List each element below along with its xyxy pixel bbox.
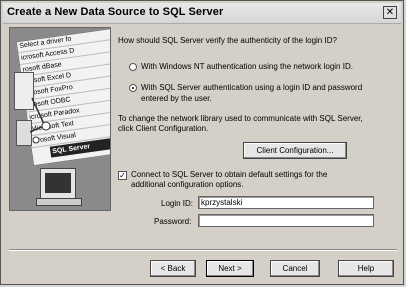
password-label: Password: <box>154 217 192 226</box>
network-text: To change the network library used to co… <box>118 114 363 123</box>
footer-separator <box>9 249 397 251</box>
back-button[interactable]: < Back <box>150 260 196 277</box>
login-id-input[interactable]: kprzystalski <box>198 196 374 209</box>
radio-sql-auth-label[interactable]: With SQL Server authentication using a l… <box>141 83 362 93</box>
network-text-cont: click Client Configuration. <box>118 124 209 133</box>
radio-sql-auth[interactable] <box>129 84 137 92</box>
connect-checkbox-label-cont[interactable]: additional configuration options. <box>131 180 244 190</box>
login-id-label: Login ID: <box>161 199 194 208</box>
connect-checkbox[interactable]: ✓ <box>118 171 127 180</box>
connect-checkbox-label[interactable]: Connect to SQL Server to obtain default … <box>131 170 327 180</box>
close-button[interactable]: ✕ <box>383 6 397 19</box>
client-configuration-button[interactable]: Client Configuration... <box>243 142 347 159</box>
keyboard-icon <box>36 198 82 206</box>
auth-question: How should SQL Server verify the authent… <box>118 36 337 45</box>
next-button[interactable]: Next > <box>206 260 254 277</box>
cancel-button[interactable]: Cancel <box>270 260 320 277</box>
help-button[interactable]: Help <box>338 260 394 277</box>
dialog-window: Create a New Data Source to SQL Server ✕… <box>0 0 404 285</box>
radio-nt-auth[interactable] <box>129 63 137 71</box>
radio-nt-auth-label[interactable]: With Windows NT authentication using the… <box>141 62 353 72</box>
title-bar: Create a New Data Source to SQL Server ✕ <box>3 3 401 24</box>
radio-sql-auth-label-cont[interactable]: entered by the user. <box>141 94 212 104</box>
password-input[interactable] <box>198 214 374 227</box>
computer-icon <box>40 168 76 200</box>
dialog-title: Create a New Data Source to SQL Server <box>7 6 224 18</box>
wizard-illustration: Select a driver fo icrosoft Access D ros… <box>9 27 111 211</box>
